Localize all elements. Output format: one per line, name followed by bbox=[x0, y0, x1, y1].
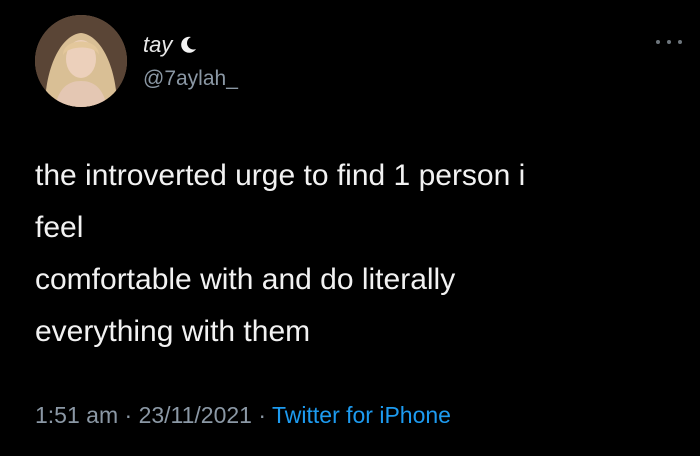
display-name[interactable]: tay bbox=[143, 34, 198, 56]
more-options-icon[interactable] bbox=[656, 36, 682, 48]
display-name-text: tay bbox=[143, 32, 173, 57]
tweet-text: the introverted urge to find 1 person i … bbox=[35, 150, 675, 358]
tweet-line: feel bbox=[35, 211, 84, 244]
tweet-meta: 1:51 am · 23/11/2021 · Twitter for iPhon… bbox=[35, 402, 451, 429]
user-handle[interactable]: @7aylah_ bbox=[143, 68, 238, 89]
tweet-card: tay @7aylah_ the introverted urge to fin… bbox=[0, 0, 700, 456]
meta-separator: · bbox=[118, 402, 139, 428]
tweet-line: everything with them bbox=[35, 315, 311, 348]
avatar-photo-icon bbox=[35, 15, 127, 107]
more-dot bbox=[678, 40, 682, 44]
tweet-source-link[interactable]: Twitter for iPhone bbox=[272, 402, 451, 428]
avatar[interactable] bbox=[35, 15, 127, 107]
more-dot bbox=[667, 40, 671, 44]
tweet-line: the introverted urge to find 1 person i bbox=[35, 159, 526, 192]
moon-icon bbox=[178, 35, 198, 55]
more-dot bbox=[656, 40, 660, 44]
tweet-line: comfortable with and do literally bbox=[35, 263, 456, 296]
meta-separator: · bbox=[251, 402, 272, 428]
tweet-time[interactable]: 1:51 am bbox=[35, 402, 118, 428]
tweet-date[interactable]: 23/11/2021 bbox=[139, 402, 252, 428]
